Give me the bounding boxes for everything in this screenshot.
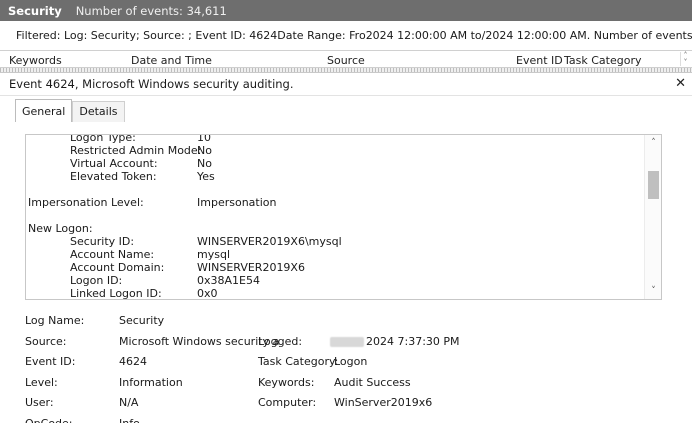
property-label: Event ID:	[25, 355, 76, 368]
description-key: Linked Logon ID:	[70, 287, 162, 300]
property-row: Source: Microsoft Windows security a Logge…	[25, 335, 685, 356]
description-key: Account Domain:	[70, 261, 165, 274]
property-value: Information	[119, 375, 183, 389]
column-event-id[interactable]: Event ID	[516, 54, 563, 67]
close-icon[interactable]: ✕	[675, 76, 686, 91]
description-value: WINSERVER2019X6\mysql	[197, 235, 342, 248]
property-label: User:	[25, 396, 54, 409]
filter-text-end: /2024 12:00:00 AM. Number of events: 74	[481, 29, 692, 42]
filter-bar: Filtered: Log: Security; Source: ; Event…	[0, 21, 692, 51]
column-date-time[interactable]: Date and Time	[131, 54, 212, 67]
description-row	[26, 209, 646, 222]
description-key: Logon Type:	[70, 134, 136, 144]
redacted-date	[330, 336, 364, 347]
description-row	[26, 183, 646, 196]
event-list-header: Keywords Date and Time Source Event ID T…	[0, 51, 692, 68]
description-row: Logon Type: 10	[26, 134, 646, 144]
description-key: Virtual Account:	[70, 157, 158, 170]
description-key: Impersonation Level:	[28, 196, 144, 209]
filter-text-start: Filtered: Log: Security; Source: ; Event…	[16, 29, 366, 42]
description-value: Impersonation	[197, 196, 277, 209]
description-value: No	[197, 144, 212, 157]
property-label: Source:	[25, 334, 67, 348]
log-title-bar: Security Number of events: 34,611	[0, 0, 692, 21]
description-row: Logon ID: 0x38A1E54	[26, 274, 646, 287]
description-row: Linked Logon ID: 0x0	[26, 287, 646, 300]
property-value: Security	[119, 314, 165, 327]
description-row: Virtual Account: No	[26, 157, 646, 170]
description-row: Restricted Admin Mode: No	[26, 144, 646, 157]
property-label: Keywords:	[258, 375, 315, 389]
description-key: New Logon:	[28, 222, 93, 235]
description-row: Account Name: mysql	[26, 248, 646, 261]
description-content: Logon Type: 10 Restricted Admin Mode: No Vir…	[26, 134, 646, 300]
tab-details[interactable]: Details	[72, 101, 125, 122]
description-value: mysql	[197, 248, 230, 261]
property-value: Audit Success	[334, 375, 411, 389]
event-count: Number of events: 34,611	[75, 3, 227, 18]
description-key: Restricted Admin Mode:	[70, 144, 202, 157]
event-title-text: Event 4624, Microsoft Windows security a…	[9, 77, 294, 91]
property-label: Log Name:	[25, 314, 85, 327]
description-value: Yes	[197, 170, 215, 183]
description-row: New Logon:	[26, 222, 646, 235]
chevron-down-icon[interactable]: ˅	[645, 286, 661, 296]
filter-text-middle: 2024 12:00:00 AM to	[365, 29, 482, 42]
description-value: WINSERVER2019X6	[197, 261, 305, 274]
description-row: Security ID: WINSERVER2019X6\mysql	[26, 235, 646, 248]
property-row: OpCode: Info	[25, 417, 685, 423]
property-row: Event ID: 4624 Task Category: Logon	[25, 355, 685, 376]
description-row: Impersonation Level: Impersonation	[26, 196, 646, 209]
column-keywords[interactable]: Keywords	[9, 54, 62, 67]
description-row: Account Domain: WINSERVER2019X6	[26, 261, 646, 274]
description-value: 0x0	[197, 287, 218, 300]
list-scroll-arrows[interactable]: ˄ ˅	[680, 52, 690, 67]
description-key: Security ID:	[70, 235, 135, 248]
description-value: 10	[197, 134, 211, 144]
property-value: N/A	[119, 396, 139, 409]
event-properties: Log Name: Security Source: Microsoft Window…	[25, 314, 685, 423]
column-source[interactable]: Source	[327, 54, 365, 67]
log-name: Security	[8, 3, 62, 18]
tab-general[interactable]: General	[15, 99, 73, 122]
property-row: User: N/A Computer: WinServer2019x6	[25, 396, 685, 417]
description-key: Account Name:	[70, 248, 155, 261]
description-scrollbar[interactable]: ˄ ˅	[644, 135, 661, 299]
property-value: 2024 7:37:30 PM	[366, 334, 460, 348]
property-value: WinServer2019x6	[334, 396, 433, 409]
chevron-up-icon[interactable]: ˄	[645, 138, 661, 148]
property-label: Logged:	[258, 334, 303, 348]
description-key: Logon ID:	[70, 274, 123, 287]
property-value: 4624	[119, 355, 147, 368]
property-label: Task Category:	[258, 355, 339, 368]
property-label: Computer:	[258, 396, 317, 409]
event-detail-title: Event 4624, Microsoft Windows security a…	[0, 73, 692, 96]
property-label: OpCode:	[25, 416, 73, 423]
property-row: Level: Information Keywords: Audit Success	[25, 376, 685, 397]
scrollbar-thumb[interactable]	[648, 171, 659, 199]
event-description[interactable]: Logon Type: 10 Restricted Admin Mode: No Vir…	[25, 134, 662, 300]
property-value: Info	[119, 416, 140, 423]
column-task-category[interactable]: Task Category	[564, 54, 641, 67]
description-value: 0x38A1E54	[197, 274, 260, 287]
property-value: Logon	[334, 355, 368, 368]
property-row: Log Name: Security	[25, 314, 685, 335]
description-key: Elevated Token:	[70, 170, 157, 183]
description-value: No	[197, 157, 212, 170]
property-value: Microsoft Windows security a	[119, 334, 280, 348]
description-row: Elevated Token: Yes	[26, 170, 646, 183]
property-label: Level:	[25, 375, 58, 389]
detail-tabs: General Details	[15, 99, 125, 122]
